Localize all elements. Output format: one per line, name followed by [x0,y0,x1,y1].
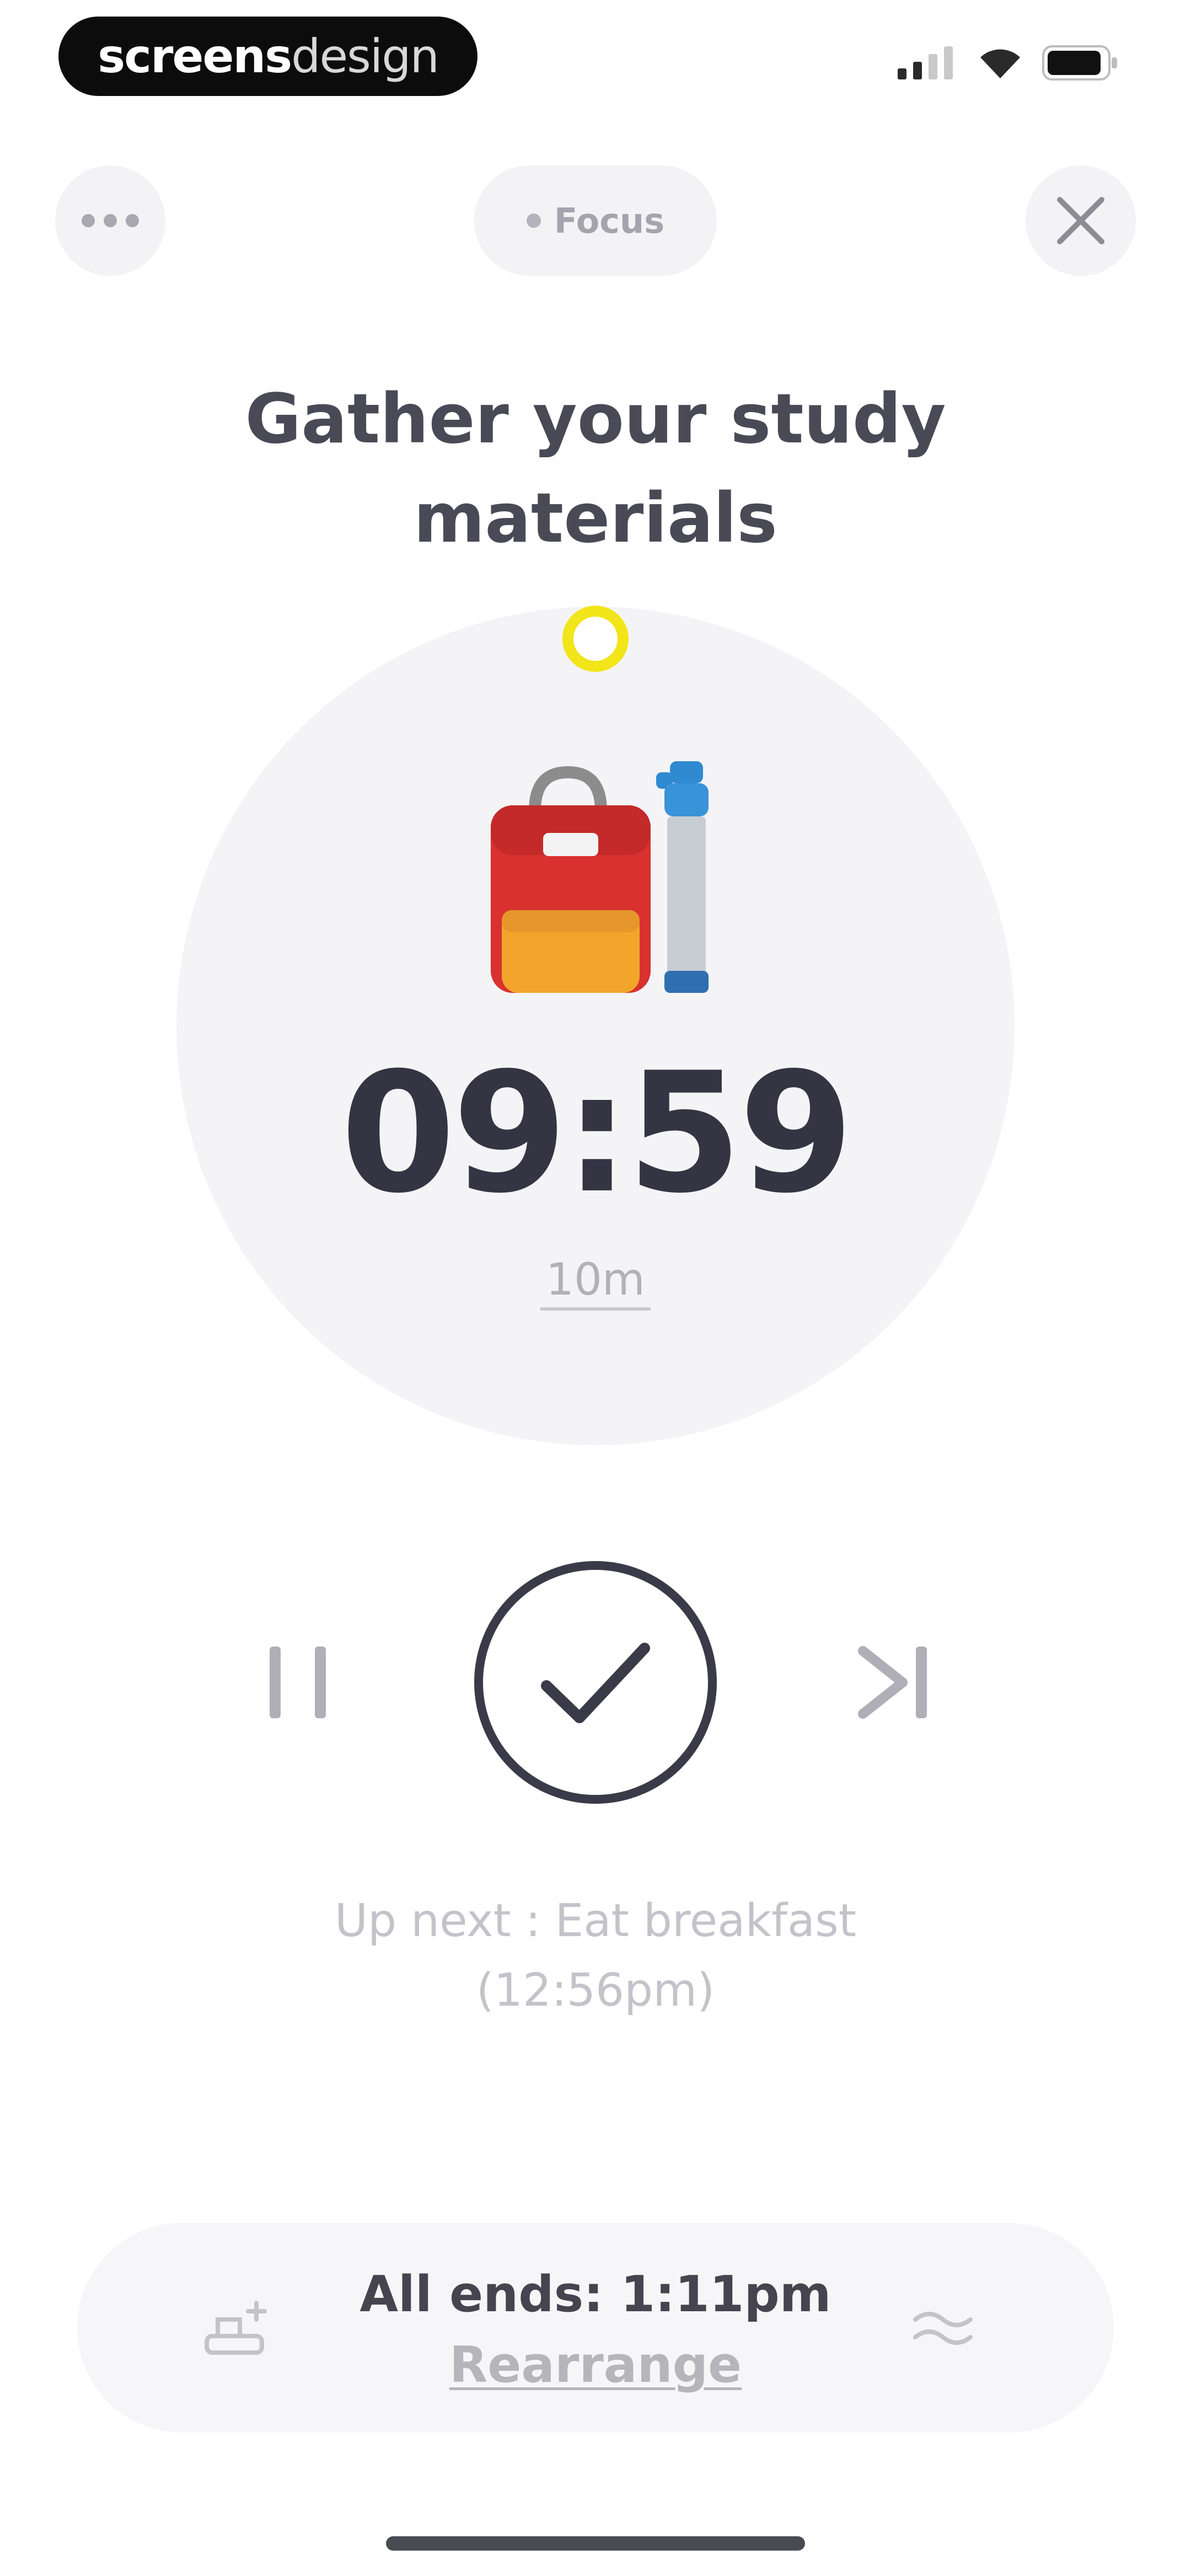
up-next-task: Up next : Eat breakfast [335,1895,856,1947]
battery-icon [1042,45,1117,81]
pause-icon [270,1647,326,1718]
home-indicator[interactable] [386,2536,805,2551]
focus-button[interactable]: Focus [474,165,717,276]
reorder-button[interactable] [904,2289,981,2366]
brand-name-bold: screens [98,29,292,83]
check-icon [541,1643,650,1723]
up-next-time: (12:56pm) [476,1964,715,2017]
timer-countdown: 09:59 [340,1037,854,1230]
all-ends-time: All ends: 1:11pm [360,2265,831,2323]
timer-circle [176,607,1015,1445]
duration-link[interactable]: 10m [540,1252,651,1311]
status-icons [898,45,1119,81]
skip-button[interactable] [838,1627,948,1738]
backpack-and-bottle-icon [491,761,709,993]
close-icon [1057,197,1104,244]
up-next-text: Up next : Eat breakfast (12:56pm) [210,1886,981,2025]
brand-badge: screens design [58,17,478,96]
more-dots-icon [82,214,139,227]
rearrange-link[interactable]: Rearrange [430,2332,761,2398]
add-task-button[interactable] [198,2289,276,2366]
task-title: Gather your study materials [245,380,946,558]
add-task-icon [205,2301,267,2355]
complete-task-button[interactable] [474,1561,717,1804]
signal-icon [898,46,953,79]
focus-label: Focus [554,200,665,241]
progress-indicator [562,606,629,672]
more-menu-button[interactable] [55,165,165,276]
brand-name-light: design [291,29,439,83]
focus-dot-icon [526,213,541,228]
skip-next-icon [858,1646,927,1719]
wifi-icon [980,49,1020,78]
reorder-icon [913,2312,973,2345]
close-button[interactable] [1026,165,1136,276]
pause-button[interactable] [243,1627,353,1738]
